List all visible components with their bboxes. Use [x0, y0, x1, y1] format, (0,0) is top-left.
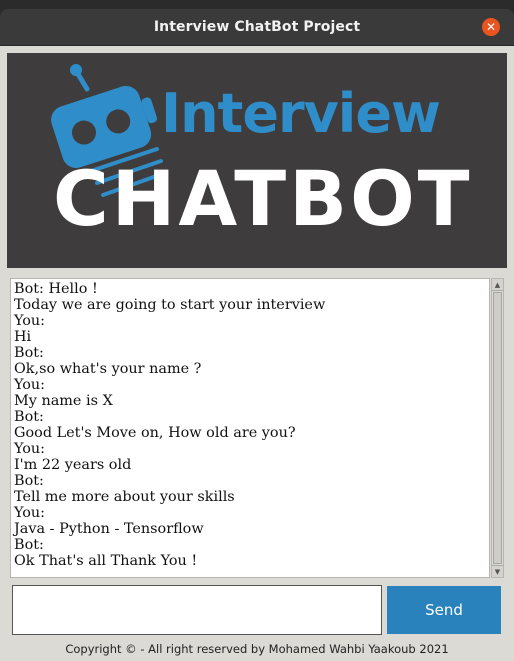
- chat-line: Hi: [14, 329, 32, 345]
- message-input[interactable]: [12, 585, 382, 635]
- chat-log[interactable]: Bot: Hello ! Today we are going to start …: [10, 278, 490, 578]
- chat-line: I'm 22 years old: [14, 457, 132, 473]
- close-button[interactable]: ✕: [482, 18, 500, 36]
- logo-banner: Interview CHATBOT: [7, 53, 507, 268]
- chat-line: Ok That's all Thank You !: [14, 553, 198, 569]
- logo-word-interview: Interview: [161, 82, 441, 145]
- chat-line: Bot:: [14, 345, 44, 361]
- chat-scrollbar[interactable]: ▲ ▼: [491, 278, 504, 578]
- chat-line: You:: [14, 441, 46, 457]
- chat-line: Bot: Hello !: [14, 281, 98, 297]
- chat-line: Good Let's Move on, How old are you?: [14, 425, 296, 441]
- logo-word-chatbot: CHATBOT: [53, 154, 473, 243]
- chat-line: My name is X: [14, 393, 113, 409]
- chat-line: Bot:: [14, 409, 44, 425]
- chat-line: You:: [14, 313, 46, 329]
- scroll-down-arrow-icon[interactable]: ▼: [492, 565, 503, 577]
- chat-line: Bot:: [14, 473, 44, 489]
- app-window: Interview ChatBot Project ✕ Interview CH…: [0, 9, 514, 661]
- client-area: Interview CHATBOT Bot: Hello ! Today we a…: [0, 46, 514, 661]
- chat-line: Ok,so what's your name ?: [14, 361, 202, 377]
- scroll-thumb[interactable]: [493, 292, 502, 564]
- close-icon: ✕: [485, 20, 497, 34]
- send-button-label: Send: [425, 601, 463, 619]
- copyright-footer: Copyright © - All right reserved by Moha…: [65, 642, 449, 656]
- chat-line: You:: [14, 377, 46, 393]
- chat-line: Java - Python - Tensorflow: [14, 521, 204, 537]
- title-bar[interactable]: Interview ChatBot Project ✕: [0, 9, 514, 46]
- scroll-up-arrow-icon[interactable]: ▲: [492, 279, 503, 291]
- send-button[interactable]: Send: [387, 586, 501, 634]
- window-title: Interview ChatBot Project: [153, 19, 361, 35]
- chat-line: Tell me more about your skills: [14, 489, 235, 505]
- chat-line: Bot:: [14, 537, 44, 553]
- chat-line: Today we are going to start your intervi…: [14, 297, 326, 313]
- chat-line: You:: [14, 505, 46, 521]
